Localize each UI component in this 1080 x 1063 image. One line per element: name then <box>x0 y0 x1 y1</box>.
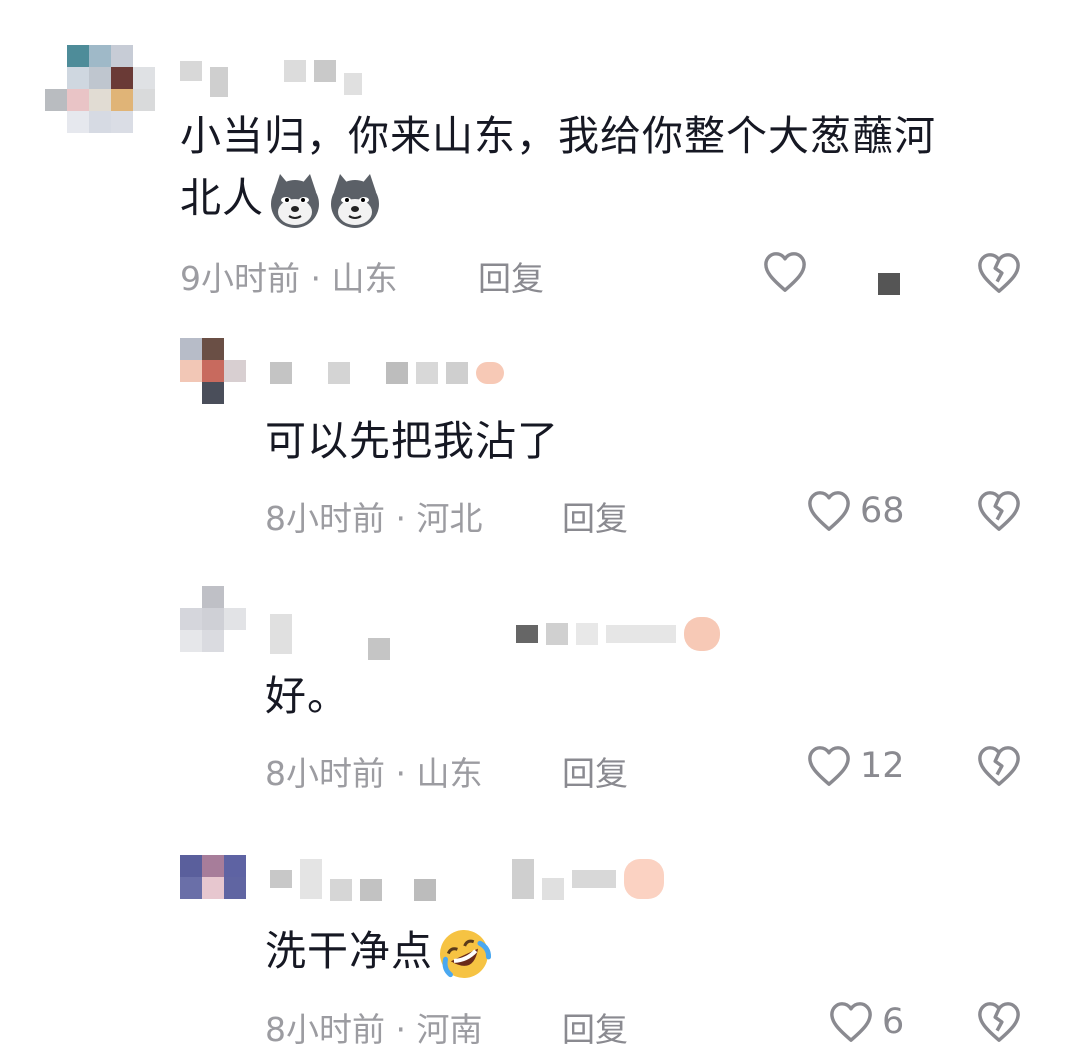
comment-text: 洗干净点 <box>265 920 493 983</box>
timestamp: 8小时前 <box>265 1010 385 1049</box>
username[interactable] <box>270 362 504 384</box>
heart-outline-icon <box>828 1000 874 1044</box>
username[interactable] <box>180 45 362 97</box>
dislike-button[interactable] <box>976 251 1022 295</box>
like-count: 12 <box>860 746 905 786</box>
redacted-block <box>878 273 900 295</box>
like-button[interactable]: 12 <box>806 744 905 788</box>
heart-outline-icon <box>806 744 852 788</box>
heart-outline-icon <box>806 489 852 533</box>
comment-text: 可以先把我沾了 <box>265 417 559 465</box>
like-count: 6 <box>882 1002 905 1042</box>
dislike-button[interactable] <box>976 1000 1022 1044</box>
like-count: 68 <box>860 491 905 531</box>
timestamp: 8小时前 <box>265 754 385 793</box>
avatar[interactable] <box>180 338 246 404</box>
username[interactable] <box>270 857 664 901</box>
wolf-face-emoji <box>326 172 384 230</box>
comment-meta: 8小时前 · 山东 <box>265 754 483 793</box>
avatar[interactable] <box>180 586 246 652</box>
reply-button[interactable]: 回复 <box>562 492 628 540</box>
timestamp: 8小时前 <box>265 499 385 538</box>
comment-meta: 8小时前 · 河北 <box>265 499 483 538</box>
comment-meta: 9小时前 · 山东 <box>180 259 398 298</box>
like-button[interactable]: 6 <box>828 1000 904 1044</box>
location: 山东 <box>416 754 483 793</box>
reply-button[interactable]: 回复 <box>478 252 544 300</box>
dislike-button[interactable] <box>976 744 1022 788</box>
comment-text: 小当归，你来山东，我给你整个大葱蘸河 北人 <box>180 105 936 230</box>
broken-heart-icon <box>976 489 1022 533</box>
wolf-face-emoji <box>266 172 324 230</box>
heart-outline-icon <box>762 250 808 294</box>
avatar[interactable] <box>45 45 157 135</box>
like-button[interactable] <box>762 250 816 294</box>
broken-heart-icon <box>976 744 1022 788</box>
rolling-laughing-emoji <box>435 925 493 983</box>
like-button[interactable]: 68 <box>806 489 905 533</box>
comment-meta: 8小时前 · 河南 <box>265 1010 483 1049</box>
location: 山东 <box>331 259 398 298</box>
reply-button[interactable]: 回复 <box>562 747 628 795</box>
location: 河南 <box>416 1010 483 1049</box>
broken-heart-icon <box>976 251 1022 295</box>
avatar[interactable] <box>180 855 246 899</box>
reply-button[interactable]: 回复 <box>562 1003 628 1051</box>
comment-text: 好。 <box>265 672 349 720</box>
username[interactable] <box>270 608 720 660</box>
dislike-button[interactable] <box>976 489 1022 533</box>
timestamp: 9小时前 <box>180 259 300 298</box>
broken-heart-icon <box>976 1000 1022 1044</box>
location: 河北 <box>416 499 483 538</box>
